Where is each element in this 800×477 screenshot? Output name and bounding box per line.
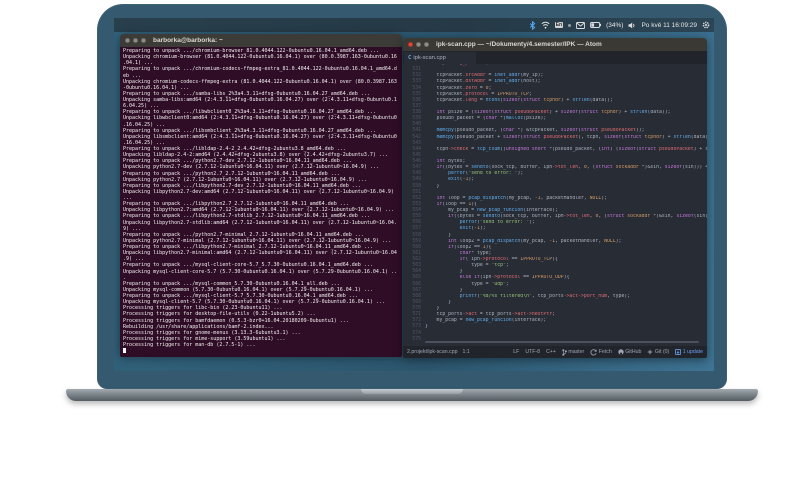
status-grammar[interactable]: C++ [546,349,556,355]
status-git[interactable]: Git (0) [647,349,669,355]
code-editor[interactable]: 530 tcph->urg_ptr = 0;531532 tcpPacket.s… [403,64,707,346]
terminal-line: Unpacking chromium-browser (81.0.4044.12… [123,54,397,61]
terminal-line: Unpacking libsmbclient:amd64 (2:4.3.11+d… [123,133,397,140]
laptop-base [66,389,758,401]
sync-icon [590,348,597,355]
git-diff-icon [648,349,653,355]
status-github[interactable]: GitHub [618,349,641,355]
code-line: 542 memcpy(pseudo_packet + sizeof(struct… [403,135,707,141]
bluetooth-icon[interactable] [529,20,536,30]
keyboard-layout-indicator[interactable]: En [554,22,564,28]
system-indicators: En (34%) Po kvě 11 16:09:29 [529,18,710,32]
code-lines: 530 tcph->urg_ptr = 0;531532 tcpPacket.s… [403,64,707,343]
terminal-window: barborka@barborka: ~ Preparing to unpack… [120,34,402,357]
volume-icon[interactable] [628,22,636,29]
desktop: En (34%) Po kvě 11 16:09:29 barborka@bar… [114,18,714,371]
tab-ipk-scan[interactable]: C ipk-scan.cpp [404,52,476,64]
terminal-titlebar[interactable]: barborka@barborka: ~ [120,34,402,47]
close-button[interactable] [125,38,130,43]
tab-bar: C ipk-scan.cpp [403,51,707,64]
maximize-button[interactable] [141,38,146,43]
terminal-line: Preparing to unpack .../libsmbclient_2%3… [123,127,376,134]
terminal-line: Unpacking libpython2.7-stdlib:amd64 (2.7… [123,219,397,226]
wifi-icon[interactable] [541,21,550,29]
line-number: 575 [412,336,421,342]
terminal-line: Unpacking chromium-codecs-ffmpeg-extra (… [123,78,397,85]
system-top-panel: En (34%) Po kvě 11 16:09:29 [114,18,714,32]
minimize-button[interactable] [416,42,421,47]
terminal-cursor [123,348,126,354]
close-button[interactable] [408,42,413,47]
battery-percent-label[interactable]: (34%) [606,22,623,29]
terminal-line: Unpacking libpython2.7-minimal:amd64 (2.… [123,250,397,257]
terminal-output[interactable]: Preparing to unpack .../chromium-browser… [120,47,402,357]
terminal-line: Preparing to unpack .../libpython2.7-std… [123,213,370,220]
code-line: 544 tcph->check = tcp_csum((unsigned sho… [403,147,707,153]
terminal-line: Unpacking samba-libs:amd64 (2:4.3.11+dfs… [123,97,397,103]
status-file-path[interactable]: 2.projekt/ipk-scan.cpp [407,349,457,355]
tab-label: ipk-scan.cpp [413,55,446,61]
notification-icon[interactable] [568,23,572,27]
branch-icon [562,348,567,356]
gear-icon[interactable] [702,21,710,29]
package-update-icon [675,349,682,355]
mail-icon[interactable] [576,21,586,29]
atom-window: ipk-scan.cpp — ~/Dokumenty/4.semester/IP… [403,38,707,358]
battery-icon[interactable] [590,22,602,28]
clock-label[interactable]: Po kvě 11 16:09:29 [641,22,697,29]
terminal-line: Unpacking libwbclient0:amd64 (2:4.3.11+d… [123,115,397,122]
terminal-prompt-line [123,348,399,354]
terminal-line: Preparing to unpack .../chromium-codecs-… [123,66,397,73]
terminal-line: Unpacking mysql-client-core-5.7 (5.7.30-… [123,268,397,275]
terminal-title: barborka@barborka: ~ [153,37,223,44]
terminal-line: Preparing to unpack .../python2.7-minima… [123,231,364,238]
terminal-line: Unpacking python2.7-dev (2.7.12-1ubuntu0… [123,164,379,171]
c-language-icon: C [408,55,412,61]
status-cursor-position[interactable]: 1:1 [462,349,469,355]
maximize-button[interactable] [424,42,429,47]
github-icon [618,349,624,355]
horizontal-scrollbar[interactable] [425,341,699,343]
terminal-line: Unpacking python2.7 (2.7.12-1ubuntu0~16.… [123,176,367,183]
status-fetch[interactable]: Fetch [590,348,612,356]
status-bar: 2.projekt/ipk-scan.cpp 1:1 LF UTF-8 C++ … [403,346,707,358]
terminal-line: Preparing to unpack .../mysql-client-cor… [123,262,373,269]
laptop-base-notch [361,389,463,394]
atom-window-title: ipk-scan.cpp — ~/Dokumenty/4.semester/IP… [436,41,602,48]
atom-titlebar[interactable]: ipk-scan.cpp — ~/Dokumenty/4.semester/IP… [403,38,707,51]
status-eol[interactable]: LF [513,349,519,355]
status-encoding[interactable]: UTF-8 [525,349,540,355]
laptop-screen-bezel: En (34%) Po kvě 11 16:09:29 barborka@bar… [97,4,727,389]
terminal-line: Unpacking libpython2.7-dev:amd64 (2.7.12… [123,188,394,195]
status-branch[interactable]: master [562,348,584,356]
status-updates[interactable]: 1 update [675,349,703,355]
minimize-button[interactable] [133,38,138,43]
terminal-line: Preparing to unpack .../libpython2.7-dev… [123,182,361,189]
laptop-mockup: En (34%) Po kvě 11 16:09:29 barborka@bar… [0,0,800,477]
